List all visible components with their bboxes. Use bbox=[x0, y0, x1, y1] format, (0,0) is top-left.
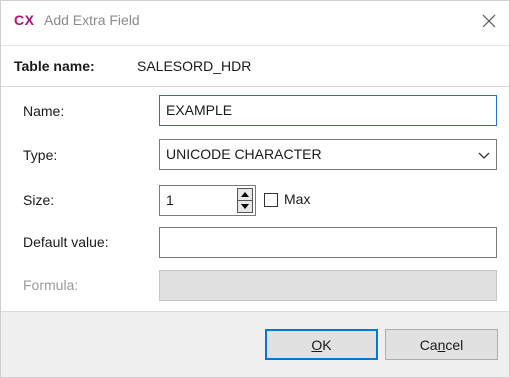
max-checkbox-label[interactable]: Max bbox=[284, 191, 310, 207]
close-icon bbox=[482, 14, 496, 28]
size-spin-buttons bbox=[237, 188, 253, 213]
max-checkbox[interactable] bbox=[264, 193, 278, 207]
dialog-title: Add Extra Field bbox=[44, 12, 140, 28]
formula-label: Formula: bbox=[23, 277, 79, 293]
table-name-row: Table name: SALESORD_HDR bbox=[1, 45, 509, 87]
ok-mnemonic: O bbox=[311, 336, 323, 353]
size-increment-button[interactable] bbox=[238, 189, 252, 200]
default-value-label: Default value: bbox=[23, 234, 109, 250]
dialog-footer: OK Ca n cel bbox=[1, 311, 509, 377]
cancel-button[interactable]: Ca n cel bbox=[385, 329, 498, 360]
chevron-down-icon bbox=[478, 152, 490, 159]
size-decrement-button[interactable] bbox=[238, 200, 252, 212]
cancel-label-rest: cel bbox=[445, 336, 464, 353]
triangle-down-icon bbox=[241, 204, 249, 209]
size-spinbox[interactable]: 1 bbox=[159, 185, 256, 216]
close-button[interactable] bbox=[475, 7, 503, 35]
size-value: 1 bbox=[166, 192, 174, 208]
cancel-mnemonic: n bbox=[437, 336, 446, 353]
size-label: Size: bbox=[23, 192, 55, 208]
type-select[interactable]: UNICODE CHARACTER bbox=[159, 139, 497, 170]
table-name-label: Table name: bbox=[14, 58, 95, 74]
name-label: Name: bbox=[23, 103, 65, 119]
formula-input bbox=[159, 270, 497, 301]
title-bar: CX Add Extra Field bbox=[1, 1, 509, 43]
triangle-up-icon bbox=[241, 192, 249, 197]
table-name-value: SALESORD_HDR bbox=[137, 58, 252, 74]
default-value-input[interactable] bbox=[159, 227, 497, 258]
type-label: Type: bbox=[23, 147, 58, 163]
ok-label-rest: K bbox=[322, 336, 332, 353]
name-input[interactable]: EXAMPLE bbox=[159, 95, 497, 126]
cancel-label-prefix: Ca bbox=[419, 336, 438, 353]
add-extra-field-dialog: CX Add Extra Field Table name: SALESORD_… bbox=[0, 0, 510, 378]
ok-button[interactable]: OK bbox=[265, 329, 378, 360]
app-logo: CX bbox=[14, 12, 35, 28]
type-select-value: UNICODE CHARACTER bbox=[166, 146, 322, 162]
